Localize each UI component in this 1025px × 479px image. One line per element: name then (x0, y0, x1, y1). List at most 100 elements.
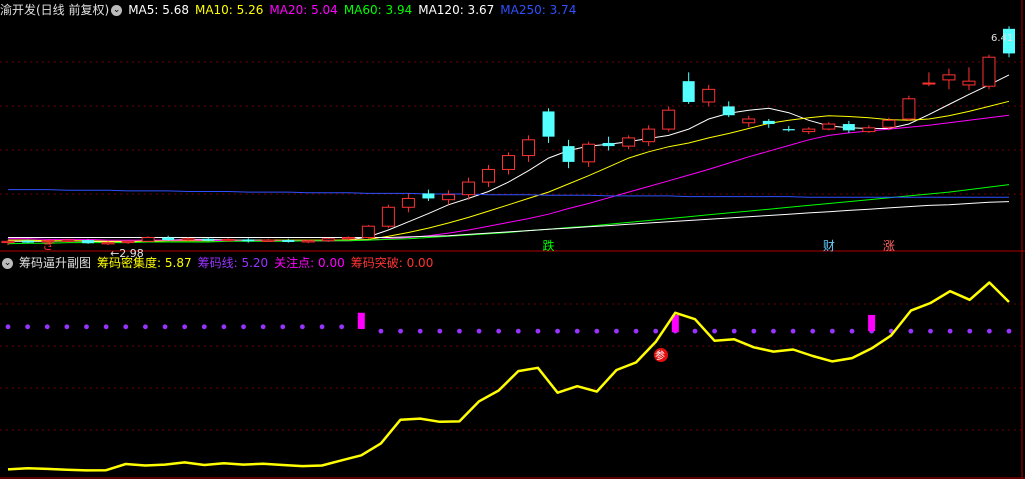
candle-body (381, 206, 395, 227)
badge-text: 参 (655, 349, 665, 362)
candle-body (181, 238, 195, 241)
candle-body (722, 106, 735, 116)
chip-line-dot (928, 328, 933, 334)
chip-line-dot (5, 324, 11, 330)
candle-body (242, 239, 255, 242)
chip-line-dot (947, 328, 953, 334)
chip-line-dot (437, 328, 443, 334)
chip-line-dot (751, 328, 757, 334)
candle-body (822, 123, 836, 130)
ma-line-ma250 (8, 189, 1009, 198)
candle-body (461, 181, 475, 196)
chip-line-dot (457, 328, 462, 334)
candle-body (481, 168, 495, 183)
candle-body (221, 238, 235, 242)
candle-body (321, 238, 335, 242)
chip-line-dot (142, 324, 148, 330)
candle-body (602, 142, 615, 147)
chip-line-dot (398, 328, 403, 334)
chip-line-dot (300, 324, 305, 330)
chip-line-dot (692, 328, 698, 334)
candle-body (61, 239, 75, 242)
candle-body (762, 120, 775, 125)
candle-body (682, 81, 695, 102)
signal-marker-1: 财 (823, 239, 835, 253)
chip-line-dot (476, 328, 482, 334)
candle-body (422, 193, 435, 199)
chip-line-dot (535, 328, 541, 334)
candle-body (162, 237, 175, 241)
ma-line-ma120 (8, 201, 1010, 238)
candle-body (562, 146, 575, 162)
candle-body (202, 238, 215, 241)
chip-line-dot (849, 328, 855, 334)
chip-line-dot (84, 324, 89, 330)
chip-line-dot (594, 328, 600, 334)
focus-point-bar-2 (868, 314, 876, 332)
ma-line-ma60 (7, 184, 1010, 245)
candle-body (282, 240, 295, 242)
chip-line-dot (967, 328, 973, 334)
candle-body (882, 119, 896, 128)
candle-body (502, 155, 515, 170)
chip-line-dot (123, 324, 129, 330)
chip-density-line (7, 281, 1010, 472)
chip-line-dot (653, 328, 659, 334)
chip-line-dot (260, 324, 266, 330)
candle-body (662, 109, 676, 130)
signal-marker-2: 涨 (883, 238, 895, 253)
candle-body (962, 80, 976, 86)
candle-body (341, 237, 355, 240)
chip-line-dot (103, 324, 109, 330)
candle-body (542, 111, 555, 137)
chip-line-dot (810, 328, 816, 334)
chip-line-dot (201, 324, 207, 330)
chip-line-dot (182, 324, 188, 330)
candle-body (441, 194, 455, 201)
candle-body (642, 128, 656, 143)
candle-body (802, 128, 816, 133)
chip-line-dot (44, 324, 50, 330)
chip-line-dot (633, 328, 639, 334)
stock-chart[interactable]: ←2.98 6.41 き 跌 财 涨参 (0, 0, 1025, 479)
chip-line-dot (986, 328, 992, 334)
chip-line-dot (771, 328, 776, 334)
chip-line-dot (241, 324, 246, 330)
candle-body (301, 240, 315, 243)
chip-line-dot (908, 328, 914, 334)
chip-line-dot (1006, 328, 1012, 334)
candle-body (22, 240, 35, 243)
chip-line-dot (731, 328, 737, 334)
chip-line-dot (280, 324, 286, 330)
chip-line-dot (555, 328, 560, 334)
candle-body (742, 118, 756, 124)
candle-body (842, 124, 855, 131)
candle-body (401, 197, 415, 208)
ma-line-ma20 (8, 114, 1010, 242)
candle-body (702, 88, 716, 103)
chip-line-dot (417, 328, 423, 334)
candle-body (361, 225, 375, 239)
candle-body (982, 56, 996, 87)
chip-line-dot (162, 324, 168, 330)
candle-body (862, 127, 876, 133)
chip-line-dot (790, 328, 796, 334)
candle-body (922, 82, 936, 85)
chip-line-dot (574, 328, 580, 334)
chip-line-dot (614, 328, 619, 334)
candle-body (942, 74, 956, 81)
candle-body (101, 242, 115, 245)
chip-line-dot (319, 324, 325, 330)
chip-line-dot (496, 328, 502, 334)
candle-body (82, 240, 95, 244)
chip-line-dot (712, 328, 717, 334)
chip-line-dot (378, 328, 384, 334)
signal-marker-0: 跌 (543, 238, 555, 253)
chip-line-dot (339, 324, 345, 330)
chip-line-dot (829, 328, 835, 334)
candle-body (902, 98, 916, 120)
candle-body (782, 129, 795, 131)
chip-line-dot (221, 324, 227, 330)
chip-line-dot (25, 324, 31, 330)
low-price-label: ←2.98 (110, 247, 144, 260)
